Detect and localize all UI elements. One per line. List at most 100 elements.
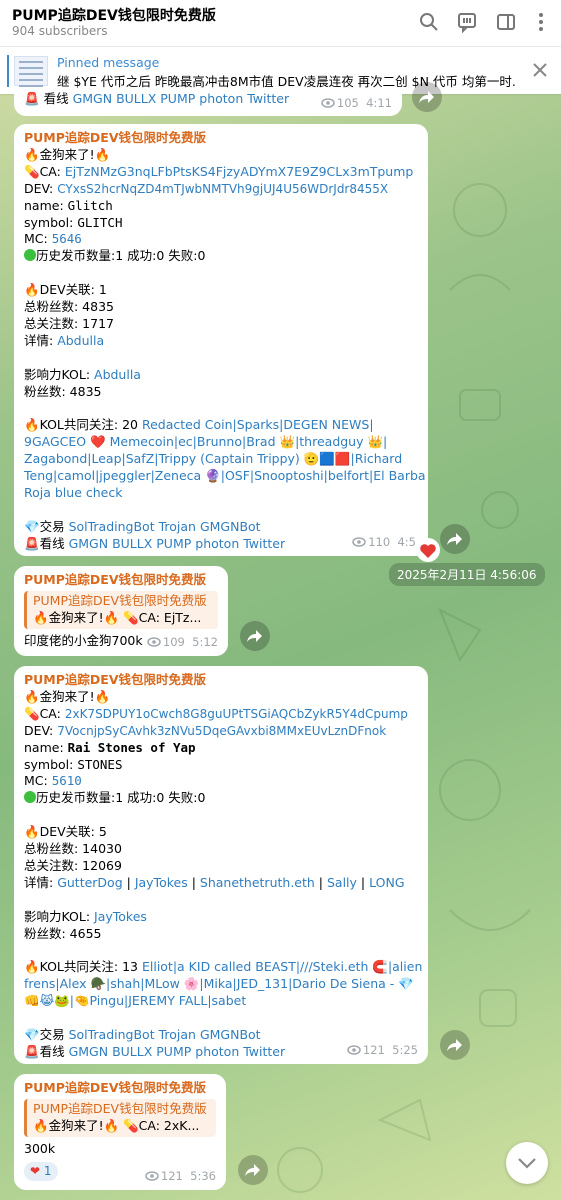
- common-follow-links[interactable]: 👊😹🐸|🤏Pingu|JEREMY FALL|sabet: [24, 993, 418, 1010]
- gem-icon: 💎: [24, 518, 40, 534]
- contract-address[interactable]: 2xK7SDPUY1oCwch8G8guUPtTSGiAQCbZykR5Y4dC…: [65, 707, 408, 721]
- message-time: 4:5: [397, 535, 416, 550]
- common-follow-links[interactable]: Elliot|a KID called BEAST|///Steki.eth 🧲…: [142, 959, 422, 974]
- contract-address[interactable]: EjTzNMzG3nqLFbPtsKS4FjzyADYmX7E9Z9CLx3mT…: [65, 164, 414, 179]
- forward-icon: [447, 533, 462, 545]
- common-follow-links[interactable]: Zagabond|Leap|SafZ|Trippy (Captain Tripp…: [24, 451, 418, 468]
- channel-title[interactable]: PUMP追踪DEV钱包限时免费版: [12, 5, 216, 25]
- following-total: 总关注数: 12069: [24, 857, 122, 873]
- link-photon[interactable]: photon: [195, 536, 239, 551]
- link-twitter[interactable]: Twitter: [243, 1044, 285, 1059]
- link-pump[interactable]: PUMP: [160, 91, 195, 106]
- symbol-label: symbol:: [24, 756, 78, 772]
- message-time: 4:11: [366, 96, 392, 111]
- forward-icon: [247, 630, 262, 642]
- common-follow-links[interactable]: Teng|camol|jpeggler|Zeneca 🔮|OSF|Snoopto…: [24, 468, 426, 485]
- subscriber-count: 904 subscribers: [12, 24, 108, 38]
- views-icon: [352, 537, 366, 547]
- reaction-count: 1: [43, 1163, 52, 1178]
- pinned-text: 继 $YE 代币之后 昨晚最高冲击8M市值 DEV凌晨连夜 再次二创 $N 代币…: [57, 74, 517, 89]
- scroll-down-button[interactable]: [506, 1142, 548, 1184]
- market-cap: 5646: [51, 231, 82, 247]
- kol-link[interactable]: Abdulla: [94, 367, 141, 382]
- message-channel-name[interactable]: PUMP追踪DEV钱包限时免费版: [24, 672, 418, 689]
- message-time: 5:25: [392, 1043, 418, 1058]
- link-gmgn[interactable]: GMGN: [69, 1044, 109, 1059]
- quote-text: 🔥金狗来了!🔥 💊CA: EjTz...: [33, 609, 202, 625]
- detail-link[interactable]: GutterDog: [57, 875, 122, 890]
- forward-icon: [245, 1164, 260, 1176]
- link-pump[interactable]: PUMP: [156, 1044, 191, 1059]
- pinned-message-bar[interactable]: Pinned message 继 $YE 代币之后 昨晚最高冲击8M市值 DEV…: [0, 46, 561, 94]
- message-channel-name[interactable]: PUMP追踪DEV钱包限时免费版: [24, 1080, 216, 1097]
- link-pump[interactable]: PUMP: [156, 536, 191, 551]
- ca-label: CA:: [39, 705, 65, 721]
- siren-icon: 🚨: [24, 91, 40, 106]
- common-follow-links[interactable]: Redacted Coin|Sparks|DEGEN NEWS|: [142, 417, 374, 432]
- search-icon[interactable]: [418, 11, 440, 33]
- link-gmgnbot[interactable]: GMGNBot: [200, 1027, 261, 1042]
- detail-link[interactable]: LONG: [369, 875, 404, 890]
- common-follow-label: KOL共同关注: 20: [39, 417, 142, 433]
- more-icon[interactable]: [530, 11, 552, 33]
- message-channel-name[interactable]: PUMP追踪DEV钱包限时免费版: [24, 130, 418, 147]
- link-gmgn[interactable]: GMGN: [73, 91, 113, 106]
- detail-link[interactable]: Abdulla: [57, 333, 104, 348]
- detail-link[interactable]: Shanethetruth.eth: [200, 875, 315, 890]
- link-gmgnbot[interactable]: GMGNBot: [200, 519, 261, 534]
- message-text: 300k: [24, 1140, 56, 1156]
- common-follow-links[interactable]: frens|Alex 🪖|shah|MLow 🌸|Mika|JED_131|Da…: [24, 976, 418, 993]
- kol-link[interactable]: JayTokes: [94, 909, 147, 924]
- close-icon[interactable]: [531, 61, 549, 79]
- watch-label: 看线: [39, 535, 69, 551]
- link-gmgn[interactable]: GMGN: [69, 536, 109, 551]
- mc-label: MC:: [24, 773, 52, 789]
- reply-quote[interactable]: PUMP追踪DEV钱包限时免费版 🔥金狗来了!🔥 💊CA: 2xK...: [24, 1098, 216, 1137]
- link-bullx[interactable]: BULLX: [116, 91, 156, 106]
- detail-link[interactable]: Sally: [327, 875, 357, 890]
- name-label: name:: [24, 739, 68, 755]
- fire-icon: 🔥: [24, 688, 40, 704]
- gem-icon: 💎: [24, 1027, 40, 1043]
- trade-label: 交易: [39, 518, 69, 534]
- detail-label: 详情:: [24, 332, 58, 348]
- link-twitter[interactable]: Twitter: [243, 536, 285, 551]
- pinned-thumbnail: [14, 56, 48, 87]
- link-photon[interactable]: photon: [195, 1044, 239, 1059]
- message-bubble-reply: PUMP追踪DEV钱包限时免费版 PUMP追踪DEV钱包限时免费版 🔥金狗来了!…: [14, 566, 228, 656]
- common-follow-links[interactable]: 9GAGCEO ❤️ Memecoin|ec|Brunno|Brad 👑|thr…: [24, 434, 418, 451]
- token-name: Glitch: [67, 197, 113, 213]
- forward-button[interactable]: [412, 82, 442, 112]
- message-bubble: PUMP追踪DEV钱包限时免费版 🔥金狗来了!🔥 💊CA: EjTzNMzG3n…: [14, 124, 428, 556]
- reply-quote[interactable]: PUMP追踪DEV钱包限时免费版 🔥金狗来了!🔥 💊CA: EjTz...: [24, 590, 218, 629]
- token-name: Rai Stones of Yap: [67, 739, 196, 755]
- link-trojan[interactable]: Trojan: [159, 1027, 196, 1042]
- reaction-pill[interactable]: ❤ 1: [24, 1161, 58, 1181]
- message-channel-name[interactable]: PUMP追踪DEV钱包限时免费版: [24, 572, 218, 589]
- forward-button[interactable]: [240, 621, 270, 651]
- link-soltradingbot[interactable]: SolTradingBot: [69, 1027, 155, 1042]
- link-twitter[interactable]: Twitter: [247, 91, 289, 106]
- detail-link[interactable]: JayTokes: [135, 875, 188, 890]
- sidebar-toggle-icon[interactable]: [495, 11, 517, 33]
- forward-icon: [447, 1039, 462, 1051]
- link-bullx[interactable]: BULLX: [112, 1044, 152, 1059]
- link-trojan[interactable]: Trojan: [159, 519, 196, 534]
- quote-title: PUMP追踪DEV钱包限时免费版: [33, 592, 207, 608]
- followers-total: 总粉丝数: 4835: [24, 299, 114, 315]
- message-bubble: PUMP追踪DEV钱包限时免费版 🔥金狗来了!🔥 💊CA: 2xK7SDPUY1…: [14, 666, 428, 1064]
- forward-button[interactable]: [238, 1155, 268, 1185]
- forward-button[interactable]: [440, 524, 470, 554]
- mc-label: MC:: [24, 231, 52, 247]
- forward-button[interactable]: [440, 1030, 470, 1060]
- link-bullx[interactable]: BULLX: [112, 536, 152, 551]
- dev-address[interactable]: 7VocnjpSyCAvhk3zNVu5DqeGAvxbi8MMxEUvLznD…: [57, 724, 386, 738]
- fire-icon: 🔥: [24, 146, 40, 162]
- views-icon: [321, 98, 335, 108]
- dev-address[interactable]: CYxsS2hcrNqZD4mTJwbNMTVh9gjUJ4U56WDrJdr8…: [57, 182, 388, 196]
- link-photon[interactable]: photon: [199, 91, 243, 106]
- reaction-heart[interactable]: [416, 538, 440, 562]
- live-chat-icon[interactable]: [456, 11, 478, 33]
- common-follow-links[interactable]: Roja blue check: [24, 485, 418, 502]
- link-soltradingbot[interactable]: SolTradingBot: [69, 519, 155, 534]
